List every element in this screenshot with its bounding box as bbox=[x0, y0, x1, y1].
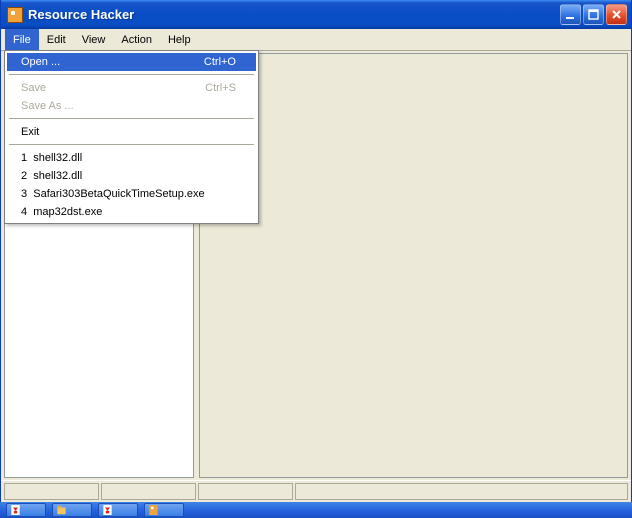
menu-item-exit[interactable]: Exit bbox=[7, 123, 256, 141]
menu-item-label: Open ... bbox=[21, 56, 180, 68]
taskbar bbox=[0, 502, 632, 518]
menu-action[interactable]: Action bbox=[113, 29, 160, 50]
title-bar[interactable]: Resource Hacker bbox=[1, 0, 631, 29]
menu-item-shortcut: Ctrl+S bbox=[205, 82, 236, 94]
menu-separator bbox=[9, 118, 254, 120]
menu-item-label: 3 Safari303BetaQuickTimeSetup.exe bbox=[21, 188, 236, 200]
menu-file[interactable]: File bbox=[5, 29, 39, 50]
menu-separator bbox=[9, 74, 254, 76]
menu-help[interactable]: Help bbox=[160, 29, 199, 50]
menu-item-recent-3[interactable]: 3 Safari303BetaQuickTimeSetup.exe bbox=[7, 185, 256, 203]
menu-item-label: Save bbox=[21, 82, 181, 94]
file-dropdown-menu: Open ... Ctrl+O Save Ctrl+S Save As ... … bbox=[4, 50, 259, 224]
menu-item-label: 2 shell32.dll bbox=[21, 170, 236, 182]
status-bar bbox=[1, 480, 631, 502]
menu-item-open[interactable]: Open ... Ctrl+O bbox=[7, 53, 256, 71]
content-panel[interactable] bbox=[199, 53, 628, 478]
menu-view[interactable]: View bbox=[74, 29, 114, 50]
taskbar-button-3[interactable] bbox=[98, 503, 138, 517]
status-cell-2 bbox=[101, 483, 196, 500]
taskbar-button-1[interactable] bbox=[6, 503, 46, 517]
menu-item-shortcut: Ctrl+O bbox=[204, 56, 236, 68]
pdf-icon bbox=[103, 505, 112, 515]
pdf-icon bbox=[11, 505, 20, 515]
window-title: Resource Hacker bbox=[28, 7, 134, 22]
desktop-background: Resource Hacker File Edit View Action He… bbox=[0, 0, 632, 518]
status-cell-3 bbox=[198, 483, 293, 500]
menu-item-label: Exit bbox=[21, 126, 236, 138]
taskbar-button-2[interactable] bbox=[52, 503, 92, 517]
menu-bar: File Edit View Action Help bbox=[1, 29, 631, 51]
minimize-button[interactable] bbox=[560, 4, 581, 25]
close-icon bbox=[611, 9, 622, 20]
menu-item-label: Save As ... bbox=[21, 100, 236, 112]
menu-separator bbox=[9, 144, 254, 146]
menu-item-recent-2[interactable]: 2 shell32.dll bbox=[7, 167, 256, 185]
taskbar-button-4[interactable] bbox=[144, 503, 184, 517]
folder-icon bbox=[57, 505, 66, 515]
menu-item-recent-1[interactable]: 1 shell32.dll bbox=[7, 149, 256, 167]
menu-edit[interactable]: Edit bbox=[39, 29, 74, 50]
menu-item-label: 4 map32dst.exe bbox=[21, 206, 236, 218]
maximize-button[interactable] bbox=[583, 4, 604, 25]
menu-item-recent-4[interactable]: 4 map32dst.exe bbox=[7, 203, 256, 221]
menu-item-save: Save Ctrl+S bbox=[7, 79, 256, 97]
app-icon bbox=[149, 505, 158, 515]
maximize-icon bbox=[588, 9, 599, 20]
menu-item-label: 1 shell32.dll bbox=[21, 152, 236, 164]
status-cell-1 bbox=[4, 483, 99, 500]
status-cell-4 bbox=[295, 483, 628, 500]
app-icon bbox=[7, 7, 23, 23]
menu-item-save-as: Save As ... bbox=[7, 97, 256, 115]
close-button[interactable] bbox=[606, 4, 627, 25]
minimize-icon bbox=[565, 9, 576, 20]
